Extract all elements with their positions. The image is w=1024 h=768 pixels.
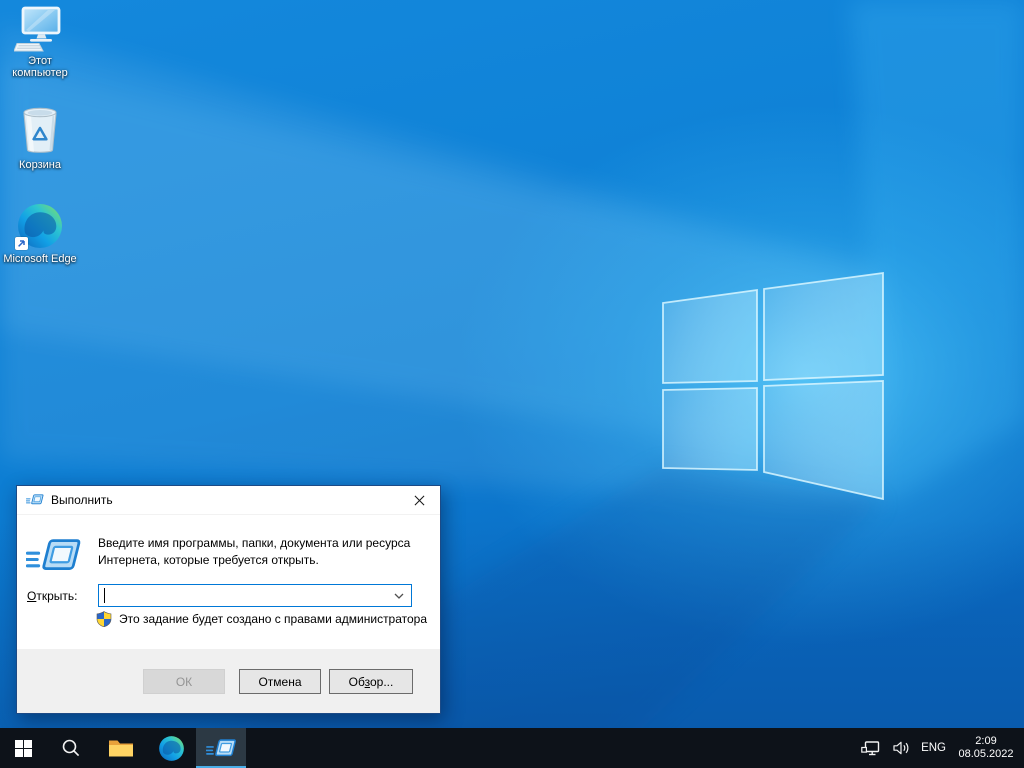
desktop-icon-recycle-bin[interactable]: Корзина — [2, 104, 78, 172]
admin-note-row: Это задание будет создано с правами адми… — [96, 611, 427, 627]
close-button[interactable] — [398, 486, 440, 514]
close-icon — [414, 495, 425, 506]
run-dialog-footer: ОК Отмена Обзор... — [17, 649, 440, 713]
search-icon — [61, 738, 81, 758]
dialog-title: Выполнить — [51, 493, 113, 507]
shortcut-arrow-icon — [15, 237, 28, 250]
edge-icon — [16, 202, 64, 250]
network-icon[interactable] — [861, 740, 882, 757]
description-line-2: Интернета, которые требуется открыть. — [98, 552, 438, 569]
admin-note: Это задание будет создано с правами адми… — [119, 612, 427, 626]
file-explorer-icon — [108, 738, 134, 758]
dialog-description: Введите имя программы, папки, документа … — [98, 535, 438, 568]
taskbar-file-explorer-button[interactable] — [96, 728, 146, 768]
system-tray: ENG 2:09 08.05.2022 — [861, 728, 1024, 768]
chevron-down-icon[interactable] — [394, 593, 404, 599]
taskbar-clock[interactable]: 2:09 08.05.2022 — [956, 735, 1016, 761]
ok-button[interactable]: ОК — [143, 669, 225, 694]
clock-time: 2:09 — [975, 735, 996, 748]
edge-icon — [158, 735, 185, 762]
open-combobox[interactable] — [98, 584, 412, 607]
desktop-icon-this-pc[interactable]: Этот компьютер — [2, 6, 78, 79]
open-label: Открыть: — [27, 589, 77, 603]
volume-icon[interactable] — [892, 740, 911, 756]
taskbar: ENG 2:09 08.05.2022 — [0, 728, 1024, 768]
cancel-button[interactable]: Отмена — [239, 669, 321, 694]
run-icon-large — [26, 535, 82, 577]
start-button[interactable] — [0, 728, 46, 768]
taskbar-search-button[interactable] — [46, 728, 96, 768]
recycle-bin-icon — [16, 104, 64, 156]
windows-start-icon — [15, 740, 32, 757]
run-dialog-body: Введите имя программы, папки, документа … — [17, 515, 440, 649]
clock-date: 08.05.2022 — [958, 748, 1013, 761]
run-dialog-window: Выполнить Введите имя программы, папки, … — [16, 485, 441, 714]
description-line-1: Введите имя программы, папки, документа … — [98, 535, 438, 552]
uac-shield-icon — [96, 611, 112, 627]
this-pc-icon — [14, 6, 66, 52]
desktop-icon-label: Microsoft Edge — [3, 254, 76, 266]
desktop-icon-microsoft-edge[interactable]: Microsoft Edge — [2, 202, 78, 266]
language-indicator[interactable]: ENG — [921, 742, 946, 754]
desktop-icon-label: Этот компьютер — [3, 56, 77, 79]
browse-button[interactable]: Обзор... — [329, 669, 413, 694]
desktop-icon-label: Корзина — [19, 160, 61, 172]
run-icon — [206, 737, 237, 760]
taskbar-edge-button[interactable] — [146, 728, 196, 768]
run-dialog-titlebar[interactable]: Выполнить — [17, 486, 440, 515]
run-icon — [26, 493, 44, 507]
taskbar-run-button[interactable] — [196, 728, 246, 768]
open-input[interactable] — [99, 585, 411, 606]
